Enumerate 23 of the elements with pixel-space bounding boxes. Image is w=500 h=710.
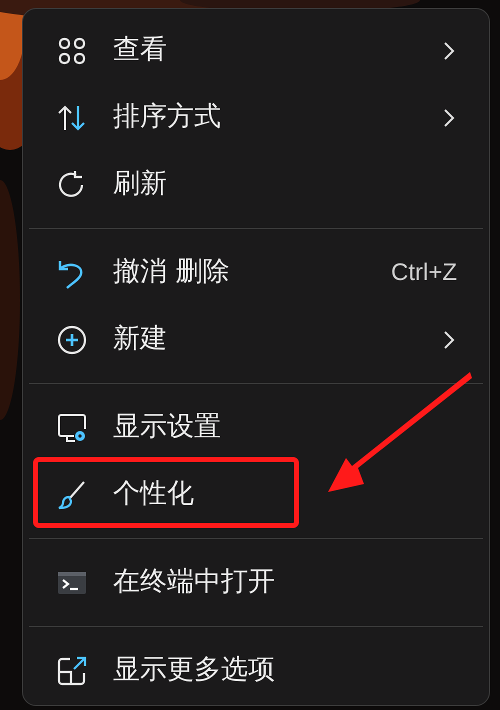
- menu-item-label: 显示设置: [113, 410, 222, 444]
- menu-item[interactable]: 显示设置: [31, 394, 481, 461]
- plus-circle-icon: [56, 324, 88, 356]
- menu-item[interactable]: 显示更多选项: [31, 637, 481, 704]
- shortcut-text: Ctrl+Z: [391, 258, 457, 288]
- expand-window-icon: [56, 654, 88, 686]
- monitor-gear-icon: [56, 412, 88, 444]
- menu-item-label: 新建: [113, 322, 168, 356]
- menu-item[interactable]: 撤消 删除 Ctrl+Z: [31, 239, 481, 306]
- menu-item-label: 显示更多选项: [113, 653, 276, 688]
- menu-item-label: 在终端中打开: [113, 565, 276, 600]
- menu-item[interactable]: 新建: [31, 306, 481, 373]
- menu-item[interactable]: 刷新: [31, 151, 481, 218]
- menu-item[interactable]: 查看: [31, 17, 481, 84]
- menu-item-label: 刷新: [113, 167, 168, 202]
- menu-item-label: 排序方式: [113, 100, 222, 134]
- menu-item[interactable]: 排序方式: [31, 84, 481, 151]
- menu-item-label: 撤消 删除: [113, 255, 231, 290]
- menu-item-label: 个性化: [113, 477, 195, 512]
- menu-item-label: 查看: [113, 33, 168, 68]
- menu-item[interactable]: 个性化: [31, 461, 481, 528]
- menu-item[interactable]: 在终端中打开: [31, 549, 481, 616]
- paintbrush-icon: [56, 478, 88, 510]
